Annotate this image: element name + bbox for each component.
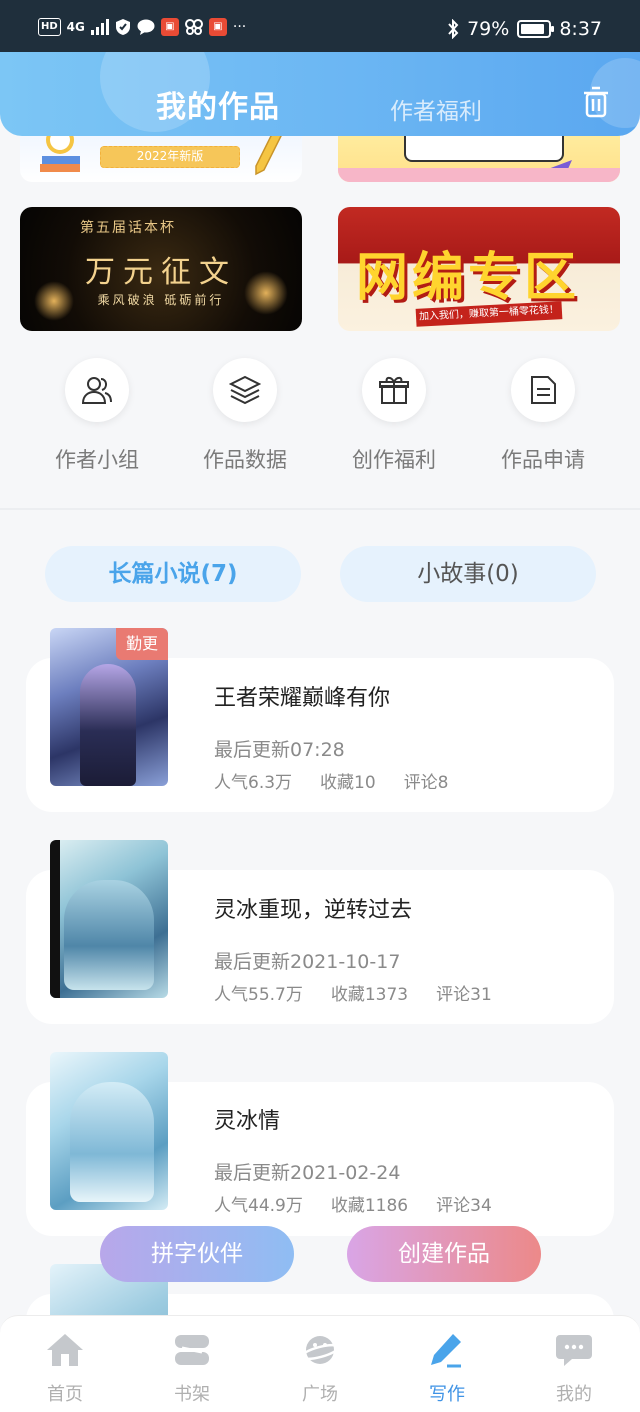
popularity: 人气6.3万 (214, 773, 293, 793)
status-left: HD 4G ▣ ▣ ··· (38, 18, 246, 36)
top-header: 我的作品 作者福利 (0, 52, 640, 136)
nav-label: 我的 (556, 1384, 592, 1405)
comments: 评论31 (436, 985, 492, 1005)
nav-write[interactable]: 写作 (397, 1332, 497, 1406)
menu-label: 创作福利 (352, 448, 436, 472)
comments: 评论8 (403, 773, 449, 793)
work-cover[interactable] (50, 840, 168, 998)
bluetooth-icon (448, 19, 459, 39)
app-notification-icon: ▣ (160, 18, 179, 36)
group-icon (65, 358, 129, 422)
tab-short-story[interactable]: 小故事(0) (340, 546, 596, 602)
home-icon (47, 1334, 83, 1366)
work-stats: 人气6.3万 收藏10 评论8 (214, 768, 449, 793)
section-divider (0, 508, 640, 510)
favorites: 收藏10 (320, 773, 376, 793)
menu-work-apply[interactable]: 作品申请 (478, 358, 608, 474)
banner-stripe (338, 168, 620, 182)
pen-icon (431, 1334, 461, 1368)
cover-figure (70, 1082, 154, 1202)
nav-bookshelf[interactable]: 书架 (142, 1332, 242, 1406)
bookshelf-icon (175, 1335, 209, 1365)
message-icon (137, 19, 155, 35)
planet-icon (300, 1336, 340, 1364)
nav-label: 广场 (302, 1384, 338, 1405)
nav-plaza[interactable]: 广场 (270, 1332, 370, 1406)
work-title: 王者荣耀巅峰有你 (214, 686, 391, 711)
edition-tag: 2022年新版 (100, 146, 240, 168)
document-icon (511, 358, 575, 422)
work-update-time: 最后更新2021-02-24 (214, 1162, 401, 1184)
cover-figure (64, 880, 154, 990)
work-title: 灵冰情 (214, 1109, 281, 1134)
menu-author-group[interactable]: 作者小组 (32, 358, 162, 474)
battery-percent: 79% (467, 18, 510, 40)
tab-author-welfare[interactable]: 作者福利 (390, 92, 482, 126)
work-title: 灵冰重现，逆转过去 (214, 898, 413, 923)
banner-editor-zone[interactable]: 网编专区 加入我们，赚取第一桶零花钱！ (338, 207, 620, 331)
quick-menu: 作者小组 作品数据 创作福利 作品申请 (0, 358, 640, 478)
nav-mine[interactable]: 我的 (524, 1332, 624, 1406)
menu-creation-welfare[interactable]: 创作福利 (329, 358, 459, 474)
nav-label: 首页 (47, 1384, 83, 1405)
editor-zone-title: 网编专区 (356, 248, 581, 308)
create-work-button[interactable]: 创建作品 (347, 1226, 541, 1282)
work-stats: 人气55.7万 收藏1373 评论31 (214, 980, 492, 1005)
status-right: 79% 8:37 (447, 18, 602, 40)
popularity: 人气55.7万 (214, 985, 303, 1005)
update-badge: 勤更 (116, 628, 168, 660)
nav-home[interactable]: 首页 (15, 1332, 115, 1406)
menu-label: 作品数据 (203, 448, 287, 472)
favorites: 收藏1186 (330, 1196, 409, 1216)
network-label: 4G (66, 20, 85, 34)
nav-label: 书架 (174, 1384, 210, 1405)
butterfly-icon (184, 19, 203, 35)
popularity: 人气44.9万 (214, 1196, 303, 1216)
layers-icon (213, 358, 277, 422)
tab-long-novel[interactable]: 长篇小说(7) (45, 546, 301, 602)
menu-label: 作者小组 (55, 448, 139, 472)
tab-my-works[interactable]: 我的作品 (156, 82, 280, 126)
favorites: 收藏1373 (330, 985, 409, 1005)
work-update-time: 最后更新07:28 (214, 739, 345, 761)
contest-subtitle: 第五届话本杯 (80, 220, 176, 236)
work-stats: 人气44.9万 收藏1186 评论34 (214, 1191, 492, 1216)
work-cover[interactable] (50, 1052, 168, 1210)
word-partner-button[interactable]: 拼字伙伴 (100, 1226, 294, 1282)
menu-label: 作品申请 (501, 448, 585, 472)
chat-icon (556, 1335, 592, 1366)
glow-decoration (244, 271, 288, 315)
more-notifications-icon: ··· (232, 19, 247, 35)
menu-work-data[interactable]: 作品数据 (180, 358, 310, 474)
trash-icon[interactable] (582, 86, 610, 118)
hd-icon: HD (38, 18, 61, 36)
cover-figure (80, 664, 136, 786)
work-cover[interactable]: 勤更 (50, 628, 168, 786)
battery-icon (517, 20, 555, 38)
gift-icon (362, 358, 426, 422)
banner-essay-contest[interactable]: 第五届话本杯 万元征文 乘风破浪 砥砺前行 (20, 207, 302, 331)
shield-check-icon (115, 19, 130, 35)
app-notification-icon: ▣ (208, 18, 227, 36)
cover-edge (50, 840, 60, 998)
clock: 8:37 (559, 18, 602, 40)
signal-icon (90, 19, 109, 35)
nav-label: 写作 (429, 1384, 465, 1405)
glow-decoration (34, 281, 74, 321)
work-update-time: 最后更新2021-10-17 (214, 951, 401, 973)
comments: 评论34 (436, 1196, 492, 1216)
bottom-nav: 首页 书架 广场 写作 我的 (0, 1315, 640, 1412)
